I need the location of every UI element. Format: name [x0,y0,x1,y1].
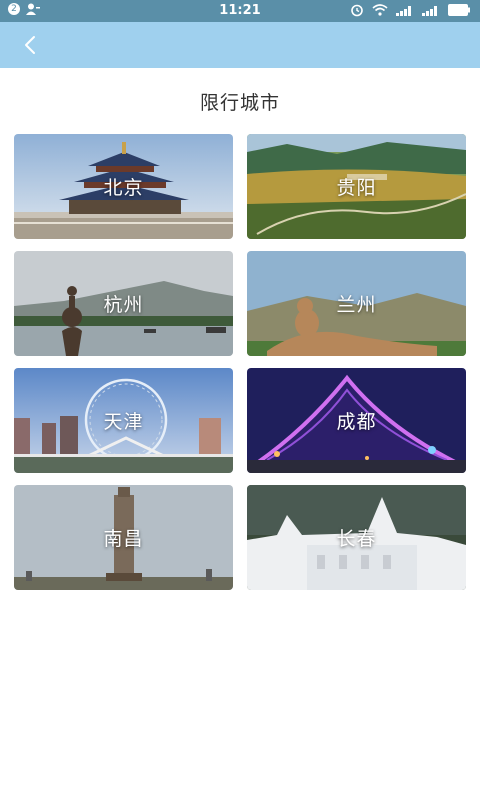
city-name: 杭州 [103,294,144,316]
city-name: 兰州 [336,294,377,316]
battery-icon [448,4,470,16]
city-tile-guiyang[interactable]: 贵阳 [247,134,466,239]
city-tile-lanzhou[interactable]: 兰州 [247,251,466,356]
city-tile-nanchang[interactable]: 南昌 [14,485,233,590]
city-tile-changchun[interactable]: 长春 [247,485,466,590]
city-tile-hangzhou[interactable]: 杭州 [14,251,233,356]
signal-icon [422,6,437,16]
city-name: 贵阳 [336,177,377,199]
city-tile-tianjin[interactable]: 天津 [14,368,233,473]
back-button[interactable] [14,30,46,60]
city-name: 成都 [336,411,377,433]
signal-icon [396,6,411,16]
status-right-icons [350,3,470,17]
wifi-icon [372,4,388,16]
city-name: 天津 [103,411,144,433]
city-grid: 北京 贵阳 杭州 兰州 天津 成都 南昌 长春 [14,134,466,590]
page-title: 限行城市 [199,92,280,114]
status-bar: 2 11:21 [0,0,480,22]
city-name: 长春 [336,528,377,550]
chevron-left-icon [25,36,35,54]
city-name: 南昌 [103,528,144,550]
city-tile-chengdu[interactable]: 成都 [247,368,466,473]
city-tile-beijing[interactable]: 北京 [14,134,233,239]
nav-bar [0,22,480,68]
alarm-icon [351,4,363,17]
city-name: 北京 [103,177,144,199]
